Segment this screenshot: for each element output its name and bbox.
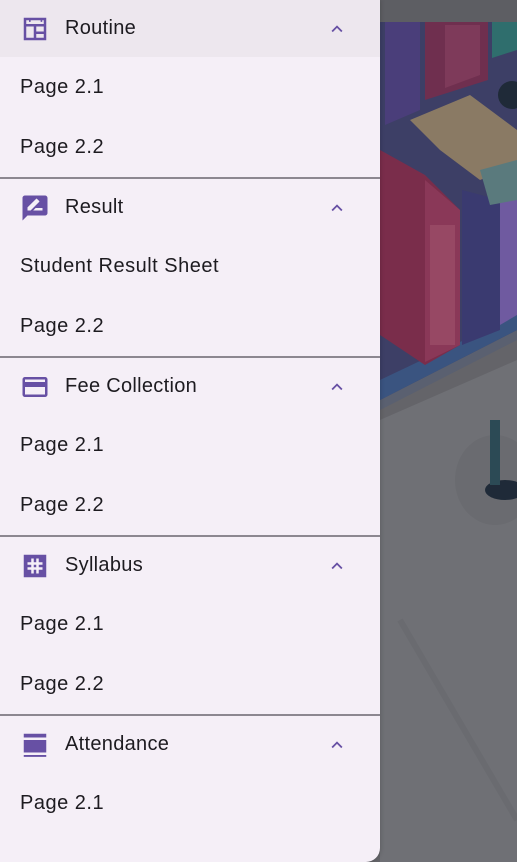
syllabus-icon — [20, 551, 50, 581]
navigation-drawer: Routine Page 2.1 Page 2.2 Result Student… — [0, 0, 380, 862]
calendar-view-icon — [20, 14, 50, 44]
section-attendance: Attendance Page 2.1 — [0, 716, 380, 833]
section-label-syllabus: Syllabus — [65, 554, 143, 576]
chevron-up-icon[interactable] — [326, 197, 348, 219]
section-label-routine: Routine — [65, 17, 137, 39]
chevron-up-icon[interactable] — [326, 376, 348, 398]
section-routine: Routine Page 2.1 Page 2.2 — [0, 0, 380, 177]
chevron-up-icon[interactable] — [326, 555, 348, 577]
section-syllabus: Syllabus Page 2.1 Page 2.2 — [0, 537, 380, 714]
chevron-up-icon[interactable] — [326, 18, 348, 40]
section-label-result: Result — [65, 196, 124, 218]
section-header-attendance[interactable]: Attendance — [0, 716, 380, 773]
menu-item-syllabus-page-2-1[interactable]: Page 2.1 — [0, 594, 380, 654]
chevron-up-icon[interactable] — [326, 734, 348, 756]
section-result: Result Student Result Sheet Page 2.2 — [0, 179, 380, 356]
view-agenda-icon — [20, 730, 50, 760]
section-header-routine[interactable]: Routine — [0, 0, 380, 57]
rate-review-icon — [20, 193, 50, 223]
section-header-result[interactable]: Result — [0, 179, 380, 236]
section-label-attendance: Attendance — [65, 733, 170, 755]
menu-item-syllabus-page-2-2[interactable]: Page 2.2 — [0, 654, 380, 714]
section-fee-collection: Fee Collection Page 2.1 Page 2.2 — [0, 358, 380, 535]
credit-card-icon — [20, 372, 50, 402]
menu-item-attendance-page-2-1[interactable]: Page 2.1 — [0, 773, 380, 833]
menu-item-routine-page-2-1[interactable]: Page 2.1 — [0, 57, 380, 117]
section-header-syllabus[interactable]: Syllabus — [0, 537, 380, 594]
menu-item-fee-page-2-1[interactable]: Page 2.1 — [0, 415, 380, 475]
menu-item-routine-page-2-2[interactable]: Page 2.2 — [0, 117, 380, 177]
section-header-fee-collection[interactable]: Fee Collection — [0, 358, 380, 415]
section-label-fee-collection: Fee Collection — [65, 375, 198, 397]
menu-item-student-result-sheet[interactable]: Student Result Sheet — [0, 236, 380, 296]
menu-item-result-page-2-2[interactable]: Page 2.2 — [0, 296, 380, 356]
menu-item-fee-page-2-2[interactable]: Page 2.2 — [0, 475, 380, 535]
